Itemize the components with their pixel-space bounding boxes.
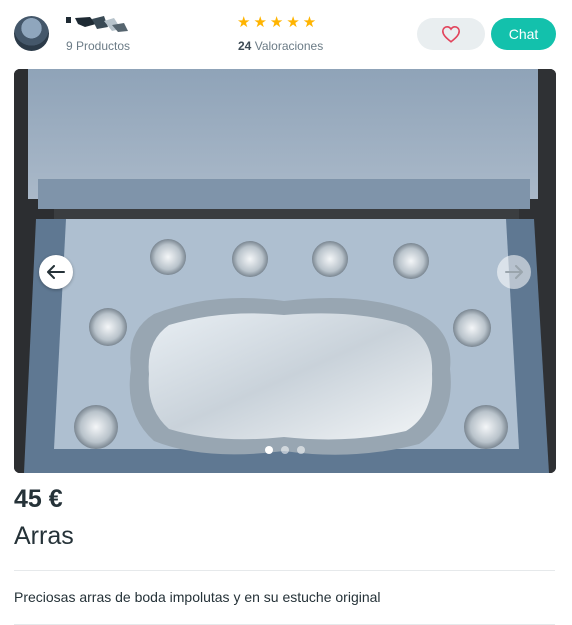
item-description: Preciosas arras de boda impolutas y en s… [14,589,381,605]
seller-header: 9 Productos ★★★★★ 24 Valoraciones Chat [0,0,572,68]
ratings-label: Valoraciones [254,39,324,53]
seller-avatar[interactable] [14,16,49,51]
product-photo [14,69,556,473]
arrow-left-icon [47,265,65,279]
heart-icon [441,25,461,43]
arrow-right-icon [505,265,523,279]
ratings-number: 24 [238,39,252,53]
favorite-button[interactable] [417,18,485,50]
chat-button[interactable]: Chat [491,18,556,50]
pagination-dot[interactable] [265,446,273,454]
item-price: 45 € [14,485,63,513]
next-image-button[interactable] [497,255,531,289]
products-count[interactable]: 9 Productos [66,39,130,53]
rating-stars: ★★★★★ [237,14,320,31]
product-image-gallery[interactable] [14,69,556,473]
ratings-count[interactable]: 24 Valoraciones [238,39,323,53]
pagination-dot[interactable] [297,446,305,454]
previous-image-button[interactable] [39,255,73,289]
pagination-dot[interactable] [281,446,289,454]
seller-name-obscured[interactable] [66,15,130,33]
divider [14,570,555,571]
item-title: Arras [14,522,74,550]
image-pagination [14,446,556,454]
